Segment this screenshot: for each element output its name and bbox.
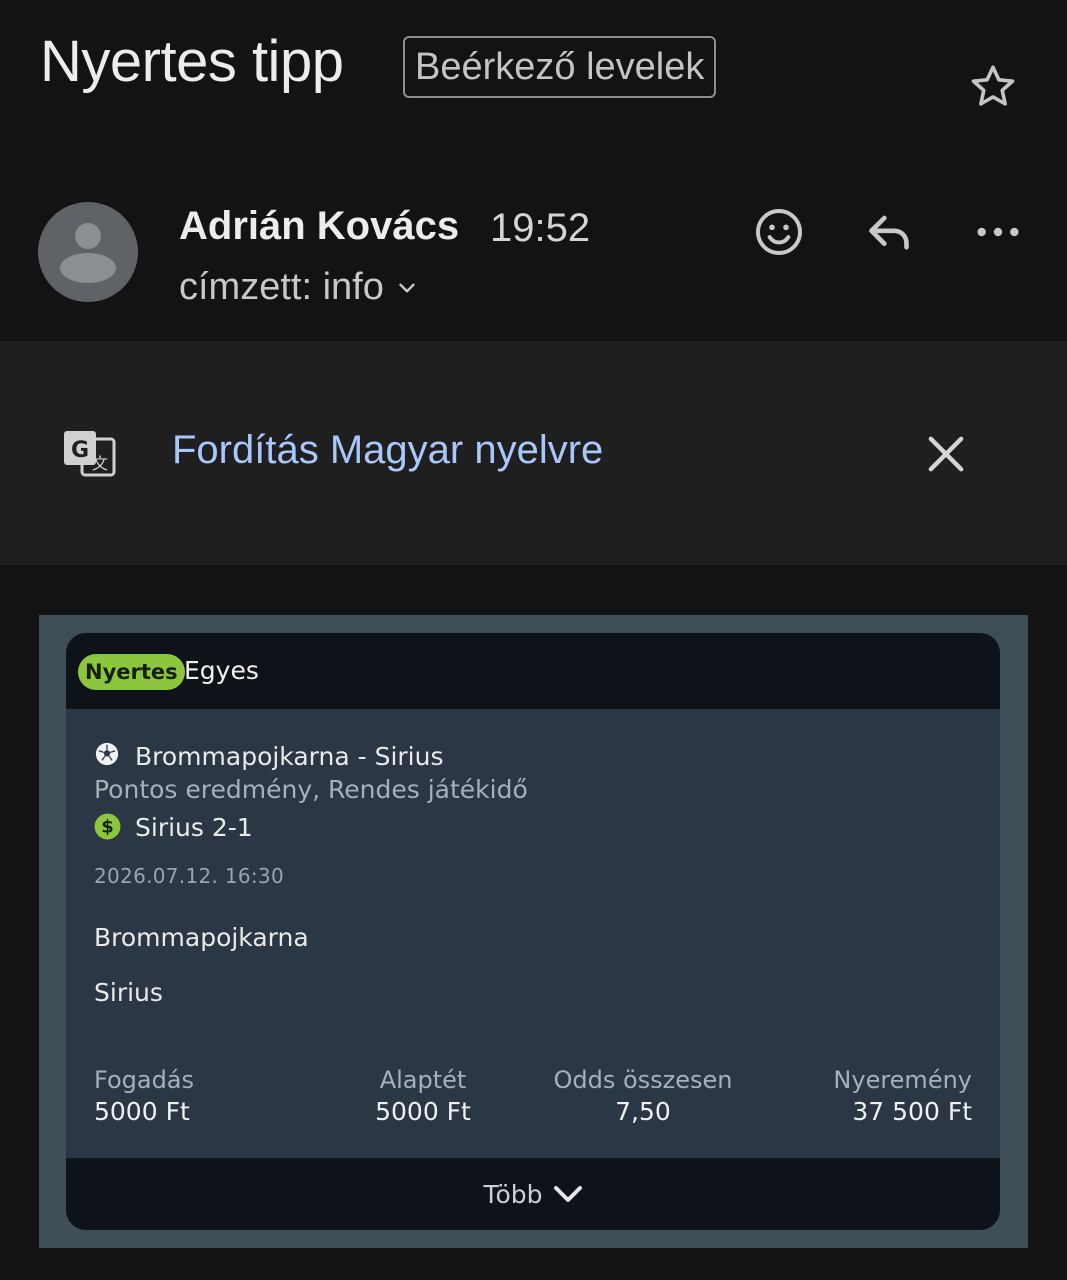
chevron-down-icon: [553, 1186, 582, 1202]
reply-icon[interactable]: [861, 204, 917, 260]
winnings-label: Nyeremény: [833, 1066, 972, 1094]
bet-type: Egyes: [184, 656, 259, 685]
stake-value: 5000 Ft: [94, 1097, 190, 1126]
recipient-text: címzett: info: [179, 266, 384, 308]
more-label: Több: [483, 1179, 543, 1209]
base-stake-label: Alaptét: [379, 1066, 467, 1094]
base-stake-value: 5000 Ft: [375, 1097, 471, 1126]
svg-text:$: $: [101, 817, 114, 838]
inbox-label-chip[interactable]: Beérkező levelek: [403, 36, 717, 98]
close-icon[interactable]: [920, 428, 972, 480]
total-odds-value: 7,50: [615, 1097, 671, 1126]
bet-selection: Sirius 2-1: [135, 813, 253, 842]
emoji-reaction-icon[interactable]: [751, 204, 807, 260]
more-button[interactable]: Több: [66, 1158, 1000, 1230]
translate-icon: G 文: [64, 431, 116, 477]
more-options-icon[interactable]: [970, 204, 1026, 260]
svg-text:G: G: [71, 438, 89, 463]
person-icon: [60, 223, 116, 283]
dollar-coin-icon: $: [94, 813, 121, 840]
soccer-ball-icon: [95, 742, 119, 766]
team-home: Brommapojkarna: [94, 923, 309, 952]
email-subject: Nyertes tipp: [40, 29, 344, 94]
team-away: Sirius: [94, 978, 163, 1007]
stake-label: Fogadás: [94, 1066, 195, 1094]
status-badge: Nyertes: [78, 654, 185, 690]
email-time: 19:52: [490, 206, 591, 250]
match-name: Brommapojkarna - Sirius: [135, 742, 444, 771]
translate-link[interactable]: Fordítás Magyar nyelvre: [172, 428, 603, 473]
bet-market: Pontos eredmény, Rendes játékidő: [94, 775, 528, 804]
sender-name[interactable]: Adrián Kovács: [179, 204, 459, 249]
star-icon[interactable]: [966, 60, 1020, 114]
winnings-value: 37 500 Ft: [852, 1097, 972, 1126]
match-datetime: 2026.07.12. 16:30: [94, 864, 284, 888]
sender-avatar[interactable]: [38, 202, 138, 302]
total-odds-label: Odds összesen: [553, 1066, 733, 1094]
recipient-details-toggle[interactable]: címzett: info: [179, 266, 420, 309]
svg-text:文: 文: [92, 454, 108, 473]
chevron-down-icon: [399, 283, 415, 292]
